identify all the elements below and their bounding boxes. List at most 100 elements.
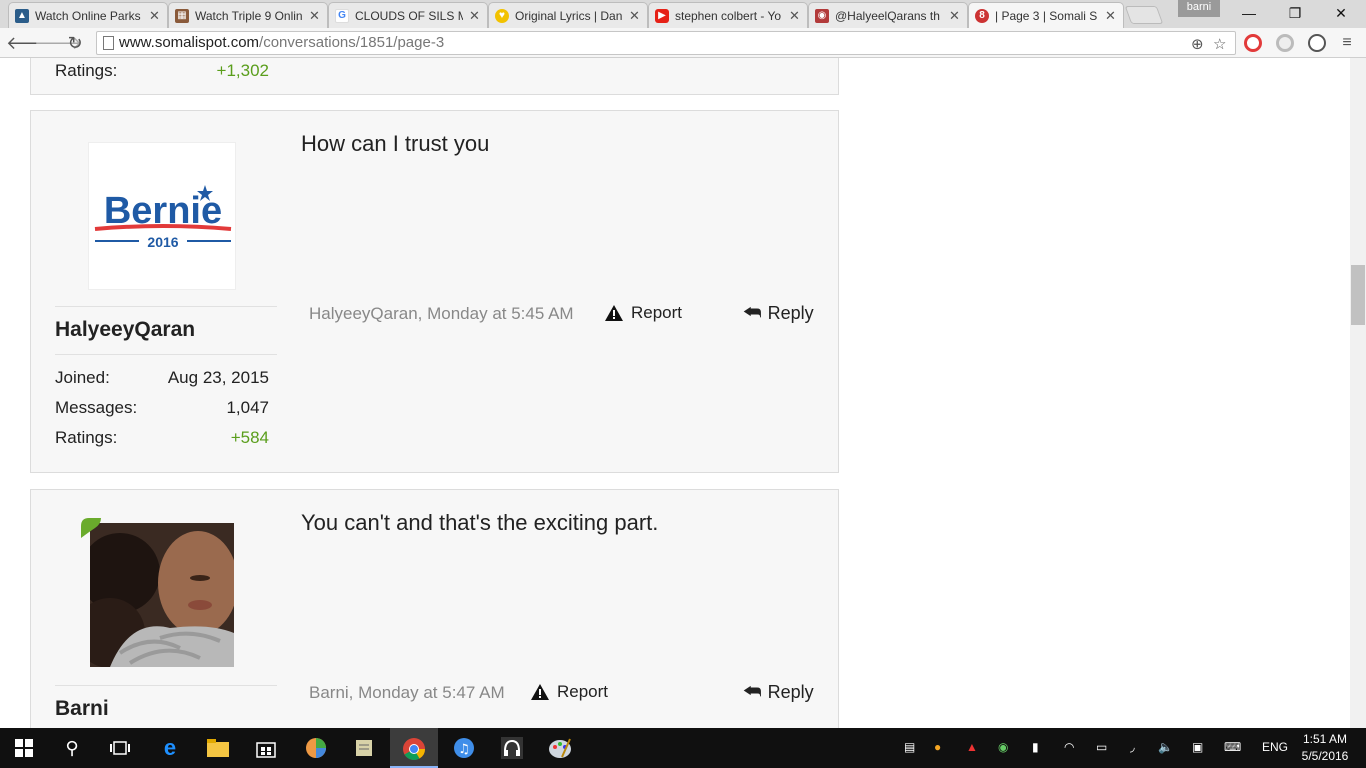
close-tab-icon[interactable]: ✕ xyxy=(949,8,961,24)
tab-watch-online-parks[interactable]: ▲ Watch Online Parks ✕ xyxy=(8,2,168,28)
keyboard-icon[interactable]: ⌨ xyxy=(1224,740,1241,754)
language-indicator[interactable]: ENG xyxy=(1262,740,1288,754)
minimize-button[interactable]: — xyxy=(1226,0,1272,26)
notepad-icon[interactable] xyxy=(352,736,376,760)
report-button[interactable]: Report xyxy=(605,303,682,323)
close-tab-icon[interactable]: ✕ xyxy=(629,8,641,24)
browser-tab-strip: ▲ Watch Online Parks ✕ ▦ Watch Triple 9 … xyxy=(0,0,1366,28)
address-bar[interactable]: www.somalispot.com/conversations/1851/pa… xyxy=(96,31,1236,55)
avatar[interactable]: Bernie 2016 xyxy=(88,142,236,290)
stat-label: Joined: xyxy=(55,368,110,387)
ratings-stat: Ratings: +584 xyxy=(55,428,269,448)
report-label: Report xyxy=(631,303,683,322)
close-window-button[interactable]: ✕ xyxy=(1318,0,1364,26)
clock[interactable]: 1:51 AM 5/5/2016 xyxy=(1296,731,1354,765)
volume-icon[interactable]: 🔈 xyxy=(1158,740,1173,754)
close-tab-icon[interactable]: ✕ xyxy=(1105,8,1117,24)
ratings-stat: Ratings: +1,302 xyxy=(55,61,269,81)
tab-halyeelqarans[interactable]: ◉ @HalyeelQarans th ✕ xyxy=(808,2,968,28)
youtube-icon: ▶ xyxy=(655,8,669,23)
usb-icon[interactable]: ▮ xyxy=(1032,740,1039,754)
stat-label: Messages: xyxy=(55,398,138,417)
report-button[interactable]: Report xyxy=(531,682,608,702)
reload-button[interactable]: ↻ xyxy=(64,32,86,54)
avatar-year-text: 2016 xyxy=(147,234,178,250)
close-tab-icon[interactable]: ✕ xyxy=(149,8,161,24)
headset-tray-icon[interactable]: ◠ xyxy=(1064,740,1074,754)
store-icon[interactable] xyxy=(254,736,278,760)
stat-value: +1,302 xyxy=(216,61,269,80)
battery-icon[interactable]: ▭ xyxy=(1096,740,1107,754)
tab-somalispot-active[interactable]: 8 | Page 3 | Somali S ✕ xyxy=(968,2,1124,28)
close-tab-icon[interactable]: ✕ xyxy=(469,8,481,24)
tray-app-icon[interactable]: ▤ xyxy=(904,740,915,754)
bookmark-star-icon[interactable]: ☆ xyxy=(1213,34,1226,56)
divider xyxy=(55,685,277,686)
warning-icon xyxy=(531,684,549,700)
reply-button[interactable]: ⮪ Reply xyxy=(743,681,814,704)
start-windows-icon[interactable] xyxy=(12,736,36,760)
post-meta[interactable]: HalyeeyQaran, Monday at 5:45 AM xyxy=(309,304,574,324)
tab-stephen-colbert[interactable]: ▶ stephen colbert - Yo ✕ xyxy=(648,2,808,28)
tab-watch-triple-9[interactable]: ▦ Watch Triple 9 Onlin ✕ xyxy=(168,2,328,28)
close-tab-icon[interactable]: ✕ xyxy=(309,8,321,24)
url-path: /conversations/1851/page-3 xyxy=(259,34,445,51)
notifications-icon[interactable]: ▣ xyxy=(1192,740,1203,754)
itunes-icon[interactable]: ♫ xyxy=(452,736,476,760)
reply-button[interactable]: ⮪ Reply xyxy=(743,302,814,325)
bernie-logo-icon: Bernie 2016 xyxy=(94,185,232,250)
close-tab-icon[interactable]: ✕ xyxy=(789,8,801,24)
wifi-icon[interactable]: ◞ xyxy=(1130,740,1135,754)
tab-clouds-of-sils[interactable]: G CLOUDS OF SILS M ✕ xyxy=(328,2,488,28)
tab-original-lyrics[interactable]: ♥ Original Lyrics | Dan ✕ xyxy=(488,2,648,28)
file-explorer-icon[interactable] xyxy=(206,736,230,760)
sync-extension-icon[interactable] xyxy=(1308,34,1326,52)
zoom-icon[interactable]: ⊕ xyxy=(1191,34,1204,56)
tab-title: Watch Online Parks xyxy=(35,8,141,23)
scrollbar-thumb[interactable] xyxy=(1351,265,1365,325)
stat-label: Ratings: xyxy=(55,61,118,80)
message-text: How can I trust you xyxy=(301,131,490,156)
paint-icon[interactable] xyxy=(548,736,572,760)
chrome-icon xyxy=(403,738,425,760)
previous-post-partial: Ratings: +1,302 xyxy=(30,58,839,95)
tab-title: Original Lyrics | Dan xyxy=(515,8,623,23)
tray-circle-icon[interactable]: ● xyxy=(934,740,941,754)
post-meta[interactable]: Barni, Monday at 5:47 AM xyxy=(309,683,505,703)
avatar[interactable] xyxy=(90,523,234,667)
reply-arrow-icon: ⮪ xyxy=(743,302,762,324)
message-text: You can't and that's the exciting part. xyxy=(301,510,659,535)
username-link[interactable]: Barni xyxy=(55,697,109,721)
clock-date: 5/5/2016 xyxy=(1301,749,1349,763)
stat-value: 1,047 xyxy=(226,398,269,417)
headphones-app-icon[interactable] xyxy=(500,736,524,760)
reply-label: Reply xyxy=(767,682,814,702)
extension-icon[interactable] xyxy=(1276,34,1294,52)
joined-stat: Joined: Aug 23, 2015 xyxy=(55,368,269,388)
menu-icon[interactable]: ≡ xyxy=(1336,32,1358,54)
picasa-icon[interactable] xyxy=(304,736,328,760)
online-indicator-icon xyxy=(81,518,101,538)
restore-button[interactable]: ❐ xyxy=(1272,0,1318,26)
tab-title: | Page 3 | Somali S xyxy=(995,8,1098,23)
new-tab-button[interactable] xyxy=(1124,6,1164,24)
tray-globe-icon[interactable]: ◉ xyxy=(998,740,1008,754)
warning-icon xyxy=(605,305,623,321)
edge-icon[interactable]: e xyxy=(158,735,182,760)
vertical-scrollbar[interactable] xyxy=(1350,58,1366,728)
report-label: Report xyxy=(557,682,609,701)
back-button[interactable]: 🡐 xyxy=(6,32,54,54)
browser-toolbar: 🡐 🡒 ↻ www.somalispot.com/conversations/1… xyxy=(0,28,1366,58)
acrobat-icon[interactable]: ▲ xyxy=(966,740,978,754)
username-link[interactable]: HalyeeyQaran xyxy=(55,318,195,342)
profile-button[interactable]: barni xyxy=(1178,0,1220,17)
chrome-taskbar-active[interactable] xyxy=(390,728,438,768)
search-icon[interactable]: ⚲ xyxy=(60,736,84,760)
page-icon xyxy=(103,36,114,50)
task-view-icon[interactable] xyxy=(108,736,132,760)
forward-button[interactable]: 🡒 xyxy=(34,32,82,54)
film-icon: ▦ xyxy=(175,8,189,23)
reply-label: Reply xyxy=(767,303,814,323)
tab-title: stephen colbert - Yo xyxy=(675,8,782,23)
opera-extension-icon[interactable] xyxy=(1244,34,1262,52)
